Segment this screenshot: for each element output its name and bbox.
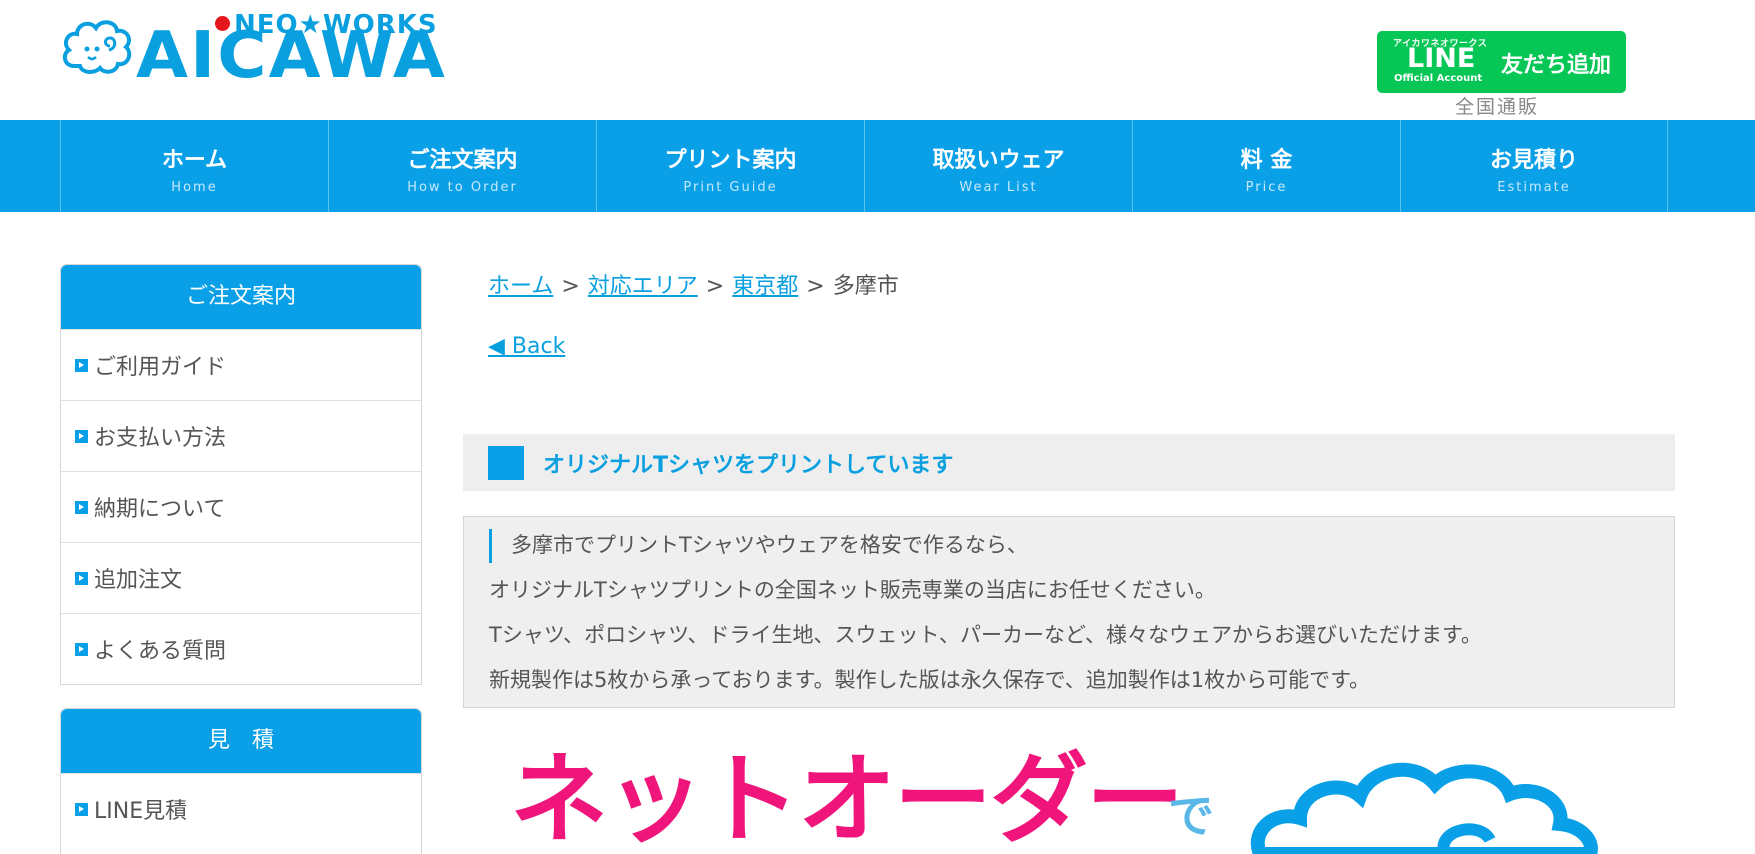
nav-sublabel: Wear List bbox=[959, 180, 1038, 195]
section-heading: オリジナルTシャツをプリントしています bbox=[463, 434, 1675, 491]
banner-cloud-icon bbox=[1250, 762, 1598, 854]
intro-line: 新規製作は5枚から承っております。製作した版は永久保存で、追加製作は1枚から可能… bbox=[489, 668, 1370, 692]
breadcrumb-area-link[interactable]: 対応エリア bbox=[588, 274, 698, 299]
cloud-mascot-icon bbox=[62, 20, 132, 74]
section-heading-text: オリジナルTシャツをプリントしています bbox=[543, 453, 954, 478]
breadcrumb-home-link[interactable]: ホーム bbox=[488, 274, 553, 299]
nav-sublabel: Print Guide bbox=[683, 180, 778, 195]
quote-bar bbox=[489, 529, 492, 563]
intro-line: Tシャツ、ポロシャツ、ドライ生地、スウェット、パーカーなど、様々なウェアからお選… bbox=[489, 623, 1482, 647]
line-add-label: 友だち追加 bbox=[1501, 53, 1612, 78]
breadcrumb-current: 多摩市 bbox=[832, 274, 899, 299]
nav-label: 料 金 bbox=[1240, 148, 1293, 173]
nav-price[interactable]: 料 金 Price bbox=[1132, 120, 1400, 212]
net-order-banner-text: ネットオーダー bbox=[510, 743, 1184, 854]
sidebar-item-label: よくある質問 bbox=[94, 639, 227, 664]
nav-estimate[interactable]: お見積り Estimate bbox=[1400, 120, 1668, 212]
intro-line: 多摩市でプリントTシャツやウェアを格安で作るなら、 bbox=[511, 533, 1028, 557]
nav-label: ご注文案内 bbox=[407, 148, 518, 173]
nav-sublabel: Price bbox=[1245, 180, 1288, 195]
sidebar-estimate: 見 積 LINE見積 bbox=[60, 708, 422, 854]
sidebar-item-label: お支払い方法 bbox=[94, 426, 227, 451]
line-add-friend-button[interactable]: アイカワネオワークス LINE Official Account 友だち追加 bbox=[1377, 31, 1626, 93]
banner-particle: で bbox=[1168, 789, 1214, 843]
sidebar-heading: ご注文案内 bbox=[61, 265, 421, 329]
nav-sublabel: Home bbox=[171, 180, 218, 195]
arrow-bullet-icon bbox=[75, 358, 88, 372]
nav-wear-list[interactable]: 取扱いウェア Wear List bbox=[864, 120, 1132, 212]
sidebar-item-usage-guide[interactable]: ご利用ガイド bbox=[61, 329, 421, 400]
sidebar-item-payment[interactable]: お支払い方法 bbox=[61, 400, 421, 471]
intro-line: オリジナルTシャツプリントの全国ネット販売専業の当店にお任せください。 bbox=[489, 578, 1216, 602]
arrow-bullet-icon bbox=[75, 571, 88, 585]
back-link[interactable]: ◀ Back bbox=[488, 334, 565, 359]
nav-sublabel: How to Order bbox=[407, 180, 518, 195]
line-logo-text: LINE bbox=[1407, 43, 1476, 74]
nav-label: プリント案内 bbox=[664, 148, 797, 173]
nationwide-label: 全国通販 bbox=[1455, 96, 1540, 118]
line-official-label: Official Account bbox=[1394, 73, 1483, 84]
sidebar-item-faq[interactable]: よくある質問 bbox=[61, 613, 421, 684]
nav-label: 取扱いウェア bbox=[932, 148, 1065, 173]
site-logo[interactable]: NEO★WORKS AICAWA bbox=[60, 10, 460, 88]
breadcrumb-separator: > bbox=[705, 274, 725, 299]
nav-home[interactable]: ホーム Home bbox=[60, 120, 328, 212]
nav-label: ホーム bbox=[161, 148, 228, 173]
sidebar-item-reorder[interactable]: 追加注文 bbox=[61, 542, 421, 613]
sidebar-order-guide: ご注文案内 ご利用ガイド お支払い方法 納期について 追加注文 よくある質問 bbox=[60, 264, 422, 685]
arrow-bullet-icon bbox=[75, 802, 88, 816]
breadcrumb-pref-link[interactable]: 東京都 bbox=[732, 274, 798, 299]
sidebar-item-label: ご利用ガイド bbox=[94, 355, 227, 380]
heading-square-icon bbox=[488, 446, 524, 480]
arrow-bullet-icon bbox=[75, 500, 88, 514]
sidebar-item-line-estimate[interactable]: LINE見積 bbox=[61, 773, 421, 844]
intro-box: 多摩市でプリントTシャツやウェアを格安で作るなら、 オリジナルTシャツプリントの… bbox=[463, 516, 1675, 708]
sidebar-item-label: 追加注文 bbox=[94, 568, 183, 593]
breadcrumb-separator: > bbox=[561, 274, 580, 299]
sidebar-item-label: 納期について bbox=[94, 497, 226, 522]
sidebar-heading: 見 積 bbox=[61, 709, 421, 773]
site-header: NEO★WORKS AICAWA アイカワネオワークス LINE Officia… bbox=[0, 0, 1755, 120]
nav-sublabel: Estimate bbox=[1497, 180, 1571, 195]
nav-print-guide[interactable]: プリント案内 Print Guide bbox=[596, 120, 864, 212]
sidebar-item-delivery[interactable]: 納期について bbox=[61, 471, 421, 542]
breadcrumb: ホーム > 対応エリア > 東京都 > 多摩市 bbox=[488, 268, 899, 300]
sidebar-item-label: LINE見積 bbox=[94, 799, 188, 824]
main-nav: ホーム Home ご注文案内 How to Order プリント案内 Print… bbox=[0, 120, 1755, 212]
nav-label: お見積り bbox=[1489, 148, 1578, 173]
arrow-bullet-icon bbox=[75, 642, 88, 656]
nav-how-to-order[interactable]: ご注文案内 How to Order bbox=[328, 120, 596, 212]
arrow-bullet-icon bbox=[75, 429, 88, 443]
breadcrumb-separator: > bbox=[806, 274, 825, 299]
logo-wordmark: AICAWA bbox=[136, 19, 448, 93]
